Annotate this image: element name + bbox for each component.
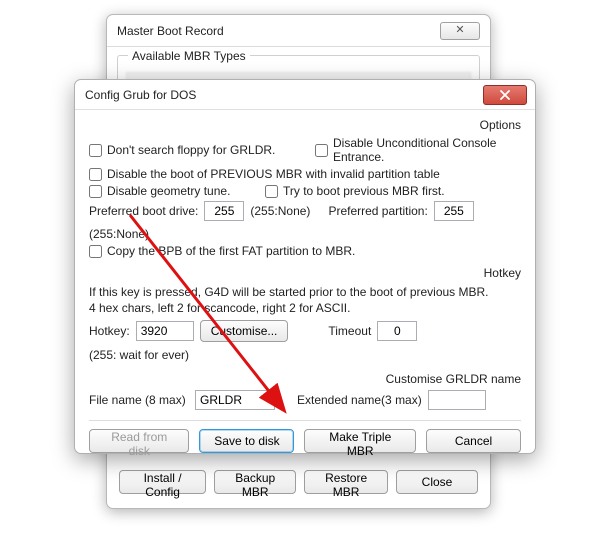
hotkey-note: If this key is pressed, G4D will be star…: [89, 284, 521, 316]
divider: [89, 420, 521, 421]
hotkey-section-title: Hotkey: [89, 266, 521, 280]
pref-partition-label: Preferred partition:: [328, 204, 427, 218]
try-prev-mbr-label: Try to boot previous MBR first.: [283, 184, 445, 198]
options-section-title: Options: [89, 118, 521, 132]
pref-partition-input[interactable]: [434, 201, 474, 221]
disable-console-checkbox[interactable]: Disable Unconditional Console Entrance.: [315, 136, 521, 164]
read-from-disk-button[interactable]: Read from disk: [89, 429, 189, 453]
extname-input[interactable]: [428, 390, 486, 410]
timeout-input[interactable]: [377, 321, 417, 341]
disable-geometry-checkbox[interactable]: Disable geometry tune.: [89, 184, 230, 198]
close-button[interactable]: [483, 85, 527, 105]
restore-mbr-button[interactable]: Restore MBR: [304, 470, 388, 494]
filename-label: File name (8 max): [89, 393, 189, 407]
hotkey-label: Hotkey:: [89, 324, 130, 338]
disable-prev-boot-checkbox[interactable]: Disable the boot of PREVIOUS MBR with in…: [89, 167, 440, 181]
disable-geometry-check[interactable]: [89, 185, 102, 198]
dialog-title: Config Grub for DOS: [85, 88, 196, 102]
close-icon[interactable]: ✕: [440, 22, 480, 40]
timeout-label: Timeout: [328, 324, 371, 338]
close-icon: [500, 90, 510, 100]
group-legend: Available MBR Types: [128, 49, 250, 63]
copy-bpb-label: Copy the BPB of the first FAT partition …: [107, 244, 355, 258]
bottom-button-row: Install / Config Backup MBR Restore MBR …: [107, 470, 490, 494]
grldr-section-title: Customise GRLDR name: [89, 372, 521, 386]
filename-input[interactable]: [195, 390, 275, 410]
disable-prev-boot-label: Disable the boot of PREVIOUS MBR with in…: [107, 167, 440, 181]
no-floppy-label: Don't search floppy for GRLDR.: [107, 143, 275, 157]
drive-none-hint: (255:None): [250, 204, 310, 218]
try-prev-mbr-checkbox[interactable]: Try to boot previous MBR first.: [265, 184, 445, 198]
extname-label: Extended name(3 max): [297, 393, 422, 407]
make-triple-mbr-button[interactable]: Make Triple MBR: [304, 429, 416, 453]
no-floppy-check[interactable]: [89, 144, 102, 157]
install-config-button[interactable]: Install / Config: [119, 470, 206, 494]
pref-drive-input[interactable]: [204, 201, 244, 221]
try-prev-mbr-check[interactable]: [265, 185, 278, 198]
partition-none-hint: (255:None): [89, 227, 149, 241]
disable-geometry-label: Disable geometry tune.: [107, 184, 230, 198]
dialog-button-row: Read from disk Save to disk Make Triple …: [89, 429, 521, 453]
disable-console-check[interactable]: [315, 144, 328, 157]
config-grub-dialog: Config Grub for DOS Options Don't search…: [74, 79, 536, 454]
titlebar: Master Boot Record ✕: [107, 15, 490, 47]
no-floppy-checkbox[interactable]: Don't search floppy for GRLDR.: [89, 143, 275, 157]
disable-prev-boot-check[interactable]: [89, 168, 102, 181]
customise-button[interactable]: Customise...: [200, 320, 289, 342]
backup-mbr-button[interactable]: Backup MBR: [214, 470, 296, 494]
close-button[interactable]: Close: [396, 470, 478, 494]
hotkey-input[interactable]: [136, 321, 194, 341]
window-title: Master Boot Record: [117, 24, 224, 38]
cancel-button[interactable]: Cancel: [426, 429, 521, 453]
dialog-body: Options Don't search floppy for GRLDR. D…: [75, 110, 535, 463]
copy-bpb-checkbox[interactable]: Copy the BPB of the first FAT partition …: [89, 244, 355, 258]
timeout-hint: (255: wait for ever): [89, 348, 189, 362]
titlebar: Config Grub for DOS: [75, 80, 535, 110]
copy-bpb-check[interactable]: [89, 245, 102, 258]
save-to-disk-button[interactable]: Save to disk: [199, 429, 294, 453]
pref-drive-label: Preferred boot drive:: [89, 204, 198, 218]
disable-console-label: Disable Unconditional Console Entrance.: [333, 136, 521, 164]
